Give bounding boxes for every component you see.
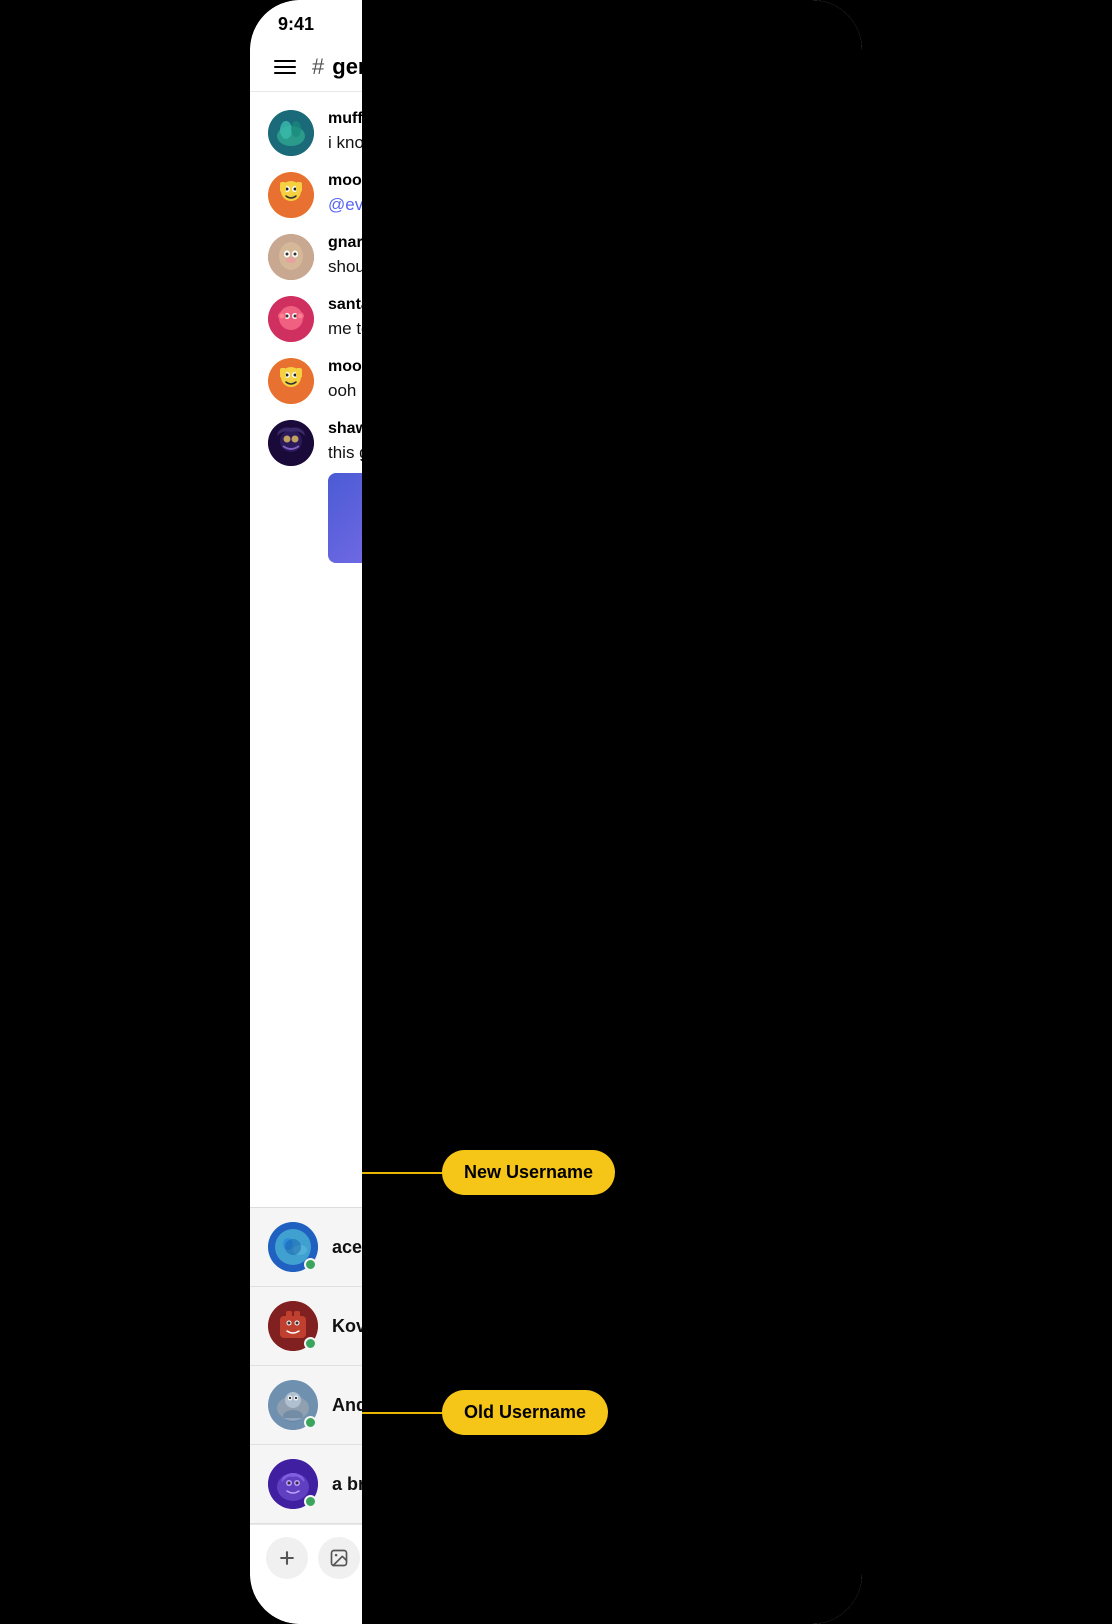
avatar [268,110,314,156]
annotation-line-old [362,1412,442,1414]
online-indicator [304,1495,317,1508]
online-indicator [304,1416,317,1429]
avatar [268,234,314,280]
member-avatar-wrap [268,1380,318,1430]
add-button[interactable] [266,1537,308,1579]
avatar [268,358,314,404]
hash-icon: # [312,54,324,80]
menu-button[interactable] [270,56,300,78]
new-username-annotation: New Username [362,1150,615,1195]
avatar [268,172,314,218]
avatar [268,296,314,342]
avatar [268,420,314,466]
old-username-annotation: Old Username [362,1390,608,1435]
image-button[interactable] [318,1537,360,1579]
status-time: 9:41 [278,14,314,35]
member-avatar-wrap [268,1459,318,1509]
member-avatar-wrap [268,1222,318,1272]
annotation-line-new [362,1172,442,1174]
member-avatar-wrap [268,1301,318,1351]
online-indicator [304,1258,317,1271]
new-username-label: New Username [442,1150,615,1195]
old-username-label: Old Username [442,1390,608,1435]
online-indicator [304,1337,317,1350]
